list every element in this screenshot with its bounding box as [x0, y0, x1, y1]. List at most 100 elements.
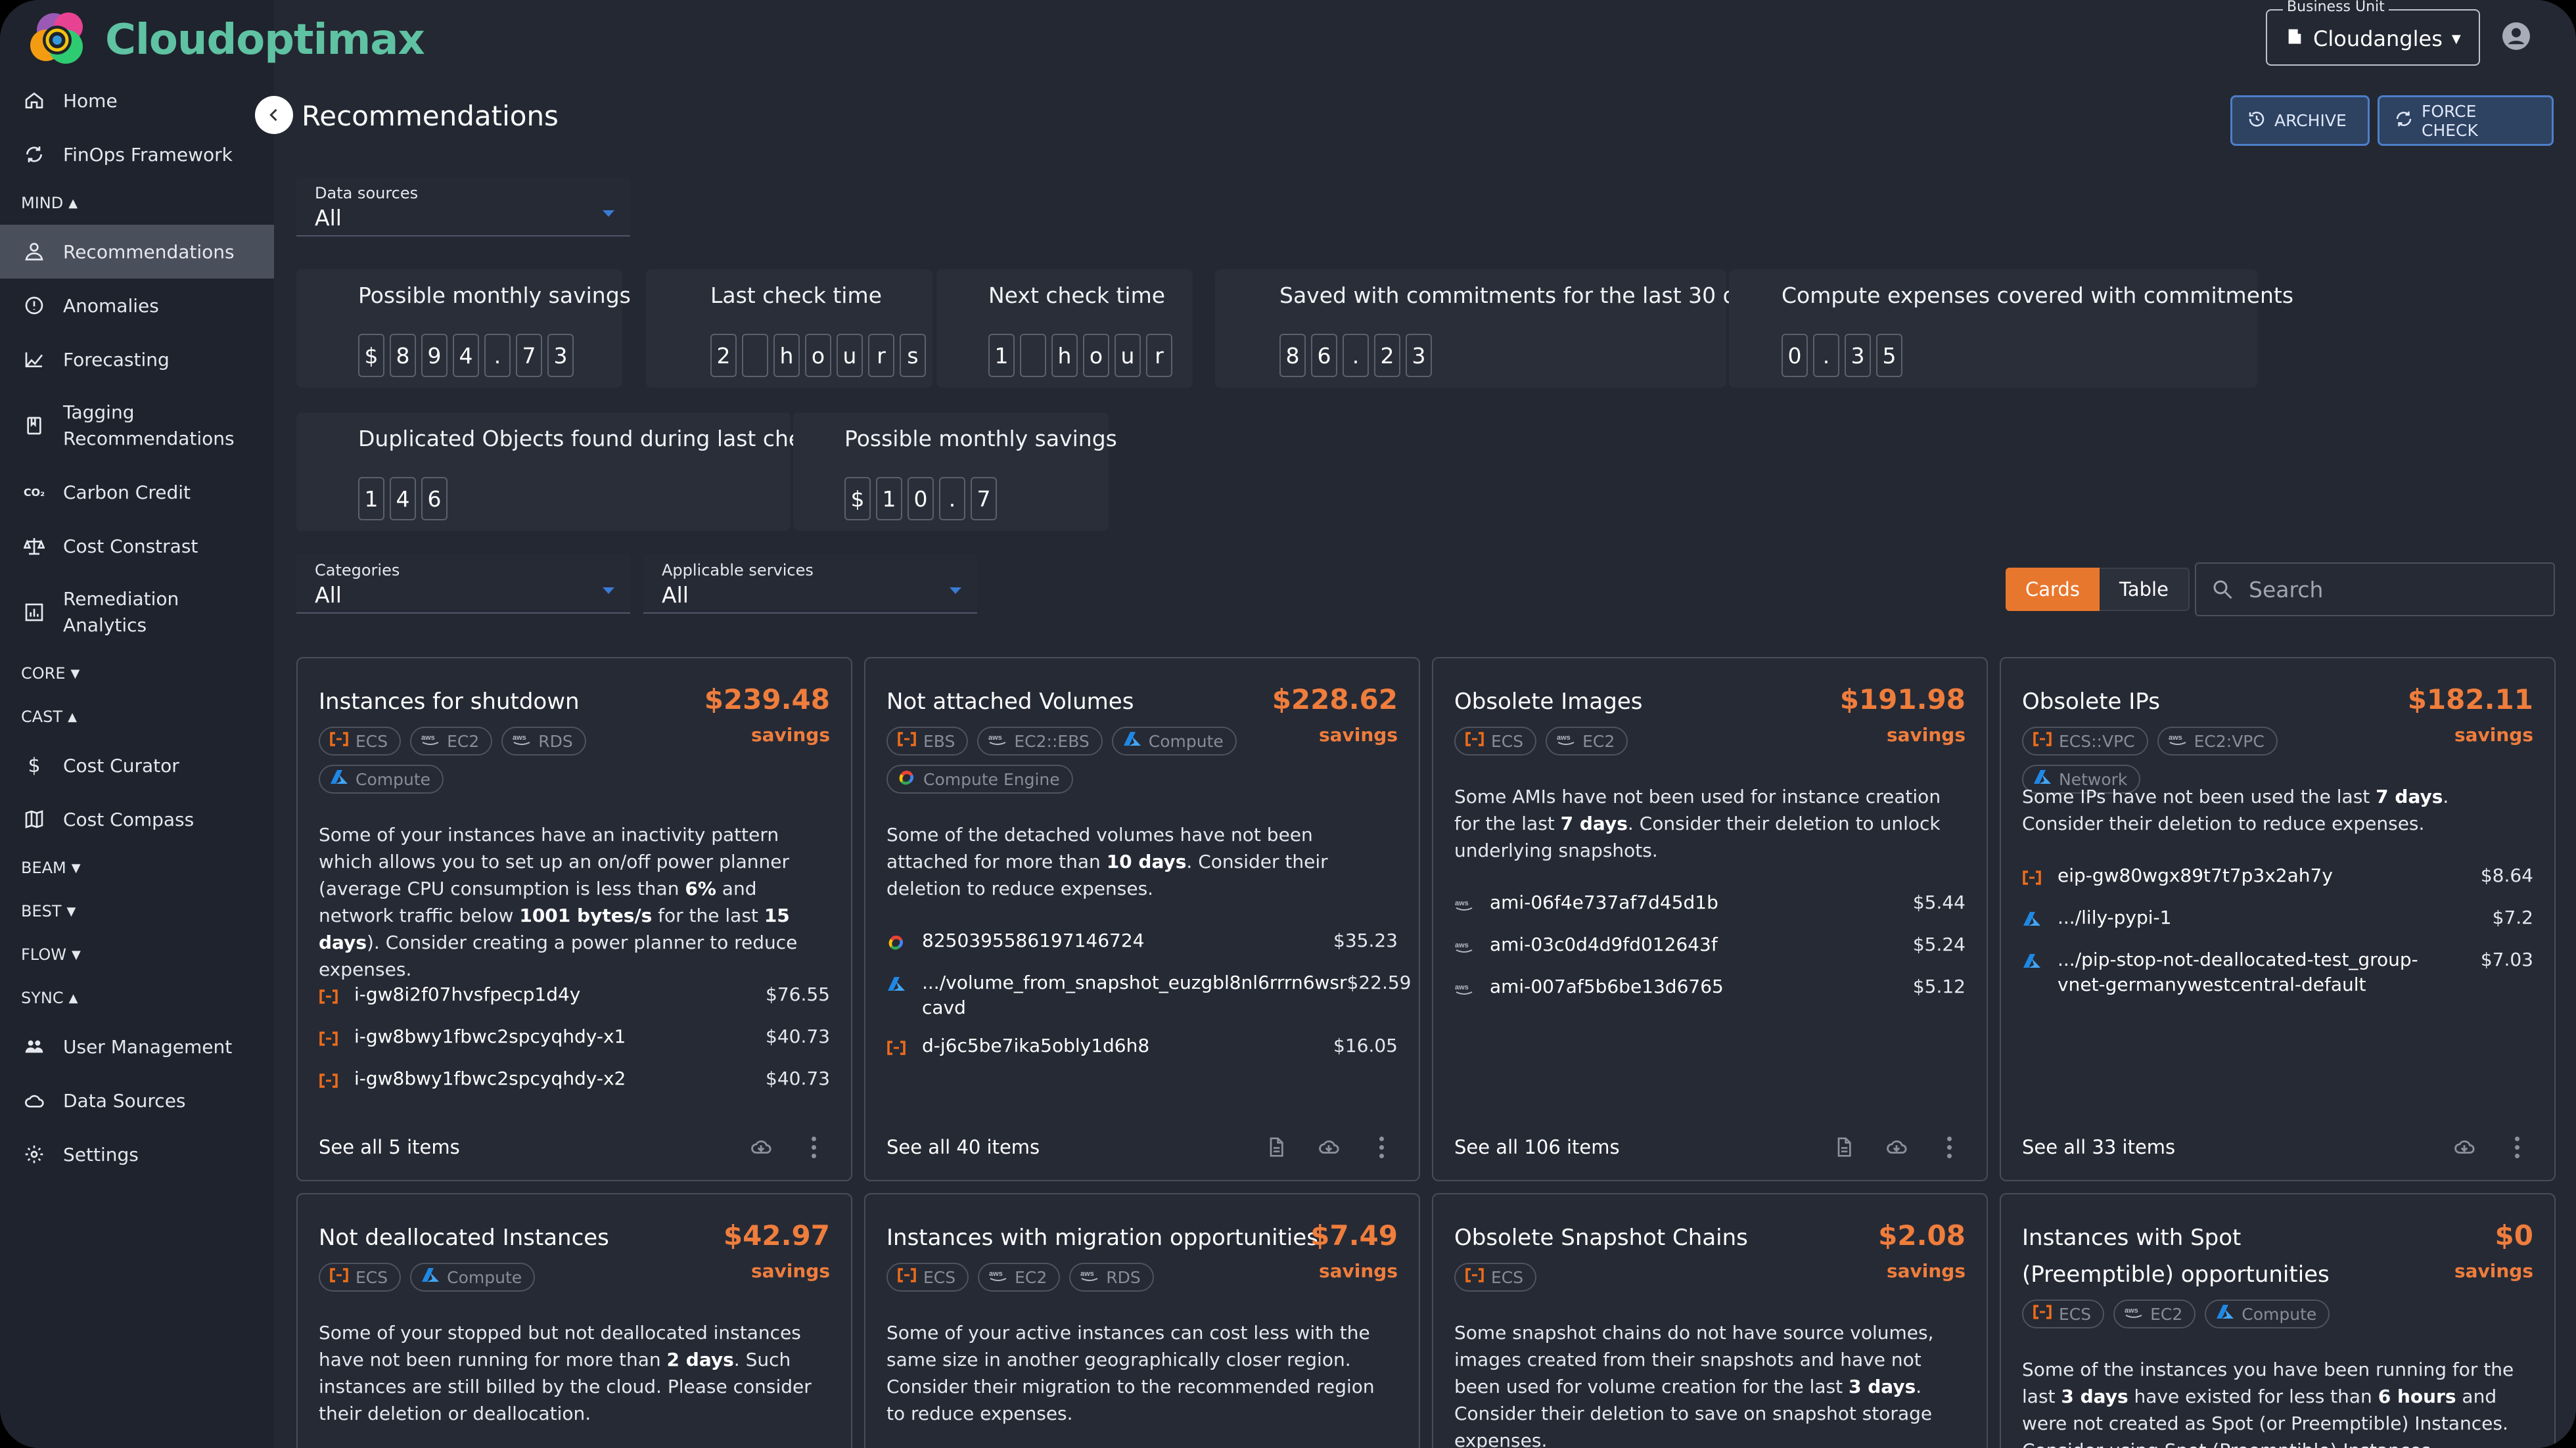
service-tag-label: EC2 — [447, 731, 480, 751]
see-all-link[interactable]: See all 5 items — [319, 1136, 725, 1158]
resource-name: ami-06f4e737af7d45d1b — [1490, 892, 1718, 913]
stat-digit: $ — [358, 334, 384, 377]
sidebar-item-recommendations[interactable]: Recommendations — [0, 225, 274, 279]
stat-digit: 6 — [421, 477, 448, 520]
card-savings-value: $182.11 — [2407, 683, 2533, 715]
description-text: have existed for less than — [2128, 1386, 2378, 1407]
avatar[interactable] — [2502, 22, 2530, 50]
applicable-services-select[interactable]: Applicable services All — [643, 554, 977, 614]
resource-item[interactable]: .../lily-pypi-1 $7.2 — [2022, 905, 2533, 934]
stat-digits: $1 0. 7 — [844, 477, 997, 520]
sidebar-item-settings[interactable]: Settings — [0, 1127, 274, 1181]
service-tag: aws EC2 — [2113, 1300, 2196, 1328]
more-vertical-icon[interactable] — [797, 1133, 830, 1162]
sidebar-section-flow[interactable]: FLOW ▼ — [0, 933, 274, 976]
resource-item[interactable]: .../volume_from_snapshot_euzgbl8nl6rrrn6… — [886, 970, 1412, 1020]
stat-digit — [1020, 334, 1046, 377]
sidebar-item-tagging-recommendations[interactable]: Tagging Recommendations — [0, 386, 274, 465]
archive-button[interactable]: ARCHIVE — [2230, 95, 2370, 146]
building-icon — [2286, 26, 2304, 51]
recommendation-card[interactable]: Obsolete Snapshot Chains $2.08 savings ECS S… — [1432, 1193, 1988, 1448]
stat-digit: 2 — [710, 334, 737, 377]
sidebar-item-home[interactable]: Home — [0, 74, 274, 127]
sidebar-item-forecasting[interactable]: Forecasting — [0, 332, 274, 386]
cards-view-button[interactable]: Cards — [2006, 568, 2100, 611]
cloud-download-icon[interactable] — [2448, 1133, 2481, 1162]
resource-item[interactable]: aws ami-06f4e737af7d45d1b $5.44 — [1454, 890, 1966, 919]
logo-text: Cloudoptimax — [105, 15, 425, 64]
sidebar-item-anomalies[interactable]: Anomalies — [0, 279, 274, 332]
sidebar-section-cast[interactable]: CAST ▲ — [0, 695, 274, 738]
sidebar-item-data-sources[interactable]: Data Sources — [0, 1074, 274, 1127]
resource-item[interactable]: d-j6c5be7ika5obly1d6h8 $16.05 — [886, 1033, 1398, 1062]
sidebar-item-remediation-analytics[interactable]: Remediation Analytics — [0, 573, 274, 652]
section-label: SYNC — [21, 989, 64, 1007]
cloud-download-icon[interactable] — [1880, 1133, 1913, 1162]
back-button[interactable] — [255, 96, 293, 134]
card-tags: ECS Compute — [319, 1263, 687, 1292]
caret-down-icon — [950, 587, 961, 594]
recommendation-card[interactable]: Instances for shutdown $239.48 savings ECS a… — [296, 657, 852, 1181]
stat-digit: 9 — [421, 334, 448, 377]
document-icon[interactable] — [1260, 1133, 1293, 1162]
sidebar-item-cost-compass[interactable]: Cost Compass — [0, 792, 274, 846]
categories-select[interactable]: Categories All — [296, 554, 630, 614]
stat-digit: 7 — [516, 334, 542, 377]
gcp-icon — [897, 769, 917, 790]
sidebar-item-user-management[interactable]: User Management — [0, 1020, 274, 1074]
more-vertical-icon[interactable] — [2500, 1133, 2533, 1162]
search-input[interactable]: Search — [2195, 562, 2555, 616]
more-vertical-icon[interactable] — [1365, 1133, 1398, 1162]
sidebar-item-cost-curator[interactable]: $ Cost Curator — [0, 738, 274, 792]
stat-digit: o — [805, 334, 831, 377]
sidebar-item-cost-constrast[interactable]: Cost Constrast — [0, 519, 274, 573]
stat-title: Possible monthly savings — [358, 283, 631, 308]
stat-possible-monthly-savings: Possible monthly savings $8 9 4. 7 3 — [296, 269, 631, 388]
more-vertical-icon[interactable] — [1933, 1133, 1966, 1162]
sidebar-item-label: Anomalies — [63, 294, 159, 317]
sidebar-section-mind[interactable]: MIND ▲ — [0, 181, 274, 225]
resource-item[interactable]: aws ami-03c0d4d9fd012643f $5.24 — [1454, 932, 1966, 961]
recommendation-card[interactable]: Not attached Volumes $228.62 savings EBS aws… — [864, 657, 1420, 1181]
service-tag-label: Compute — [1148, 731, 1224, 751]
service-tag-label: ECS — [1491, 1267, 1524, 1287]
see-all-link[interactable]: See all 40 items — [886, 1136, 1240, 1158]
stat-title: Possible monthly savings — [844, 426, 1117, 451]
recommendation-card[interactable]: Not deallocated Instances $42.97 savings EC… — [296, 1193, 852, 1448]
stat-digit: 5 — [1876, 334, 1902, 377]
service-tag: aws EC2 — [410, 727, 493, 756]
recommendation-card[interactable]: Obsolete IPs $182.11 savings ECS::VPC aws EC2… — [2000, 657, 2556, 1181]
stat-digit: . — [1343, 334, 1369, 377]
resource-item[interactable]: i-gw8i2f07hvsfpecp1d4y $76.55 — [319, 982, 830, 1011]
table-view-button[interactable]: Table — [2099, 568, 2190, 611]
recommendation-card[interactable]: Instances with migration opportunities $7… — [864, 1193, 1420, 1448]
sidebar-section-beam[interactable]: BEAM ▼ — [0, 846, 274, 890]
resource-item[interactable]: aws ami-007af5b6be13d6765 $5.12 — [1454, 974, 1966, 1003]
resource-item[interactable]: i-gw8bwy1fbwc2spcyqhdy-x2 $40.73 — [319, 1066, 830, 1095]
business-unit-select[interactable]: Business Unit Cloudangles ▼ — [2266, 0, 2480, 66]
document-icon[interactable] — [1828, 1133, 1860, 1162]
force-check-button[interactable]: FORCE CHECK — [2378, 95, 2554, 146]
resource-name: i-gw8bwy1fbwc2spcyqhdy-x1 — [354, 1026, 626, 1047]
sidebar-section-core[interactable]: CORE ▼ — [0, 652, 274, 695]
resource-item[interactable]: i-gw8bwy1fbwc2spcyqhdy-x1 $40.73 — [319, 1024, 830, 1053]
stat-digit: s — [900, 334, 926, 377]
sidebar-item-finops-framework[interactable]: FinOps Framework — [0, 127, 274, 181]
sidebar-section-best[interactable]: BEST ▼ — [0, 890, 274, 933]
sidebar-item-carbon-credit[interactable]: CO₂ Carbon Credit — [0, 465, 274, 519]
sidebar-section-sync[interactable]: SYNC ▲ — [0, 976, 274, 1020]
see-all-link[interactable]: See all 33 items — [2022, 1136, 2428, 1158]
recommendation-card[interactable]: Instances with Spot (Preemptible) opport… — [2000, 1193, 2556, 1448]
resource-item[interactable]: .../pip-stop-not-deallocated-test_group-… — [2022, 947, 2533, 997]
cloud-download-icon[interactable] — [1312, 1133, 1345, 1162]
see-all-link[interactable]: See all 106 items — [1454, 1136, 1808, 1158]
logo[interactable]: Cloudoptimax — [28, 5, 425, 74]
card-description: Some IPs have not been used the last 7 d… — [2022, 783, 2533, 837]
data-sources-select[interactable]: Data sources All — [296, 177, 630, 237]
resource-item[interactable]: eip-gw80wgx89t7t7p3x2ah7y $8.64 — [2022, 863, 2533, 892]
service-tag-label: ECS — [356, 731, 388, 751]
resource-item[interactable]: 8250395586197146724 $35.23 — [886, 928, 1398, 957]
recommendation-card[interactable]: Obsolete Images $191.98 savings ECS aws EC2 So… — [1432, 657, 1988, 1181]
cloud-download-icon[interactable] — [745, 1133, 777, 1162]
map-icon — [22, 807, 46, 831]
